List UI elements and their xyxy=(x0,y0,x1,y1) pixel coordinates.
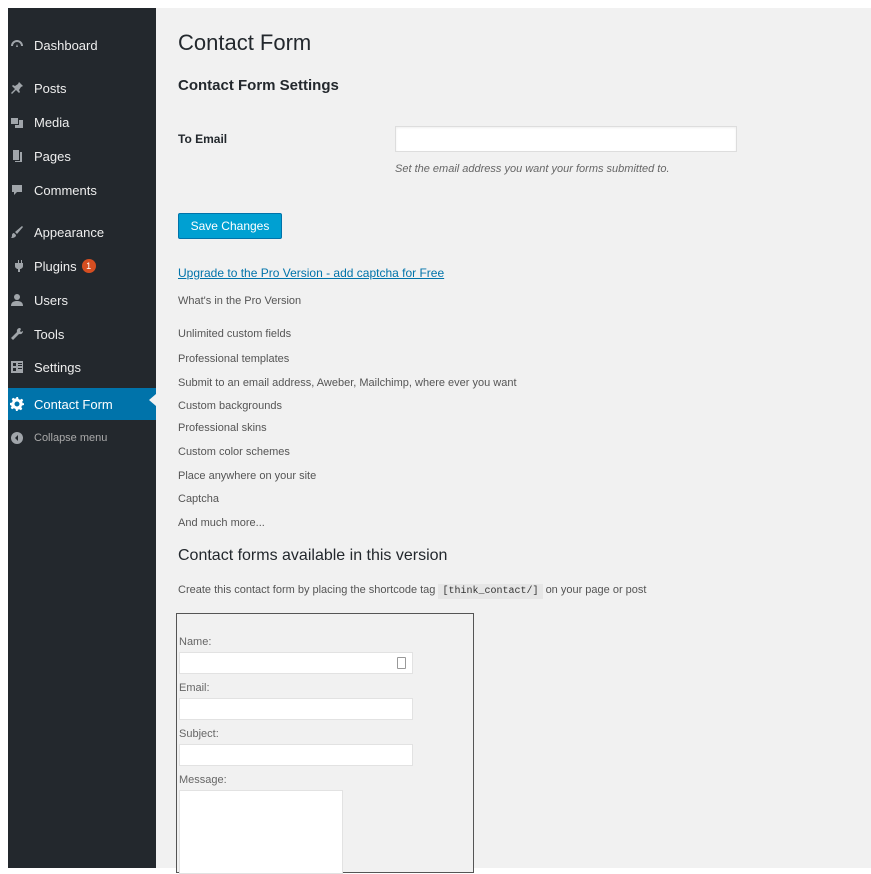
collapse-menu-button[interactable]: Collapse menu xyxy=(8,426,156,450)
wrench-icon xyxy=(10,327,24,341)
media-icon xyxy=(10,115,24,129)
sidebar-item-label: Pages xyxy=(34,148,71,164)
sidebar-item-label: Plugins xyxy=(34,258,77,274)
sidebar-item-users[interactable]: Users xyxy=(8,288,156,312)
sidebar-item-label: Settings xyxy=(34,359,81,375)
to-email-label: To Email xyxy=(178,132,228,146)
page-title: Contact Form xyxy=(178,30,312,55)
sidebar-item-comments[interactable]: Comments xyxy=(8,178,156,202)
pro-feature: Captcha xyxy=(178,493,219,505)
shortcode-suffix: on your page or post xyxy=(545,584,647,596)
pin-icon xyxy=(10,81,24,95)
sidebar-item-contact-form[interactable]: Contact Form xyxy=(8,388,156,420)
users-icon xyxy=(10,293,24,307)
pro-feature: Custom color schemes xyxy=(178,446,290,458)
to-email-description: Set the email address you want your form… xyxy=(395,163,670,175)
sidebar-item-label: Posts xyxy=(34,80,67,96)
sidebar-item-appearance[interactable]: Appearance xyxy=(8,220,156,244)
upgrade-link[interactable]: Upgrade to the Pro Version - add captcha… xyxy=(178,266,444,280)
plugin-icon xyxy=(10,259,24,273)
comment-icon xyxy=(10,183,24,197)
admin-sidebar: Dashboard Posts Media Pages Comments App… xyxy=(8,8,156,868)
sidebar-item-label: Comments xyxy=(34,182,97,198)
sidebar-item-label: Dashboard xyxy=(34,37,98,53)
gear-icon xyxy=(10,397,24,411)
sidebar-item-pages[interactable]: Pages xyxy=(8,144,156,168)
pro-feature: Professional templates xyxy=(178,353,290,365)
subject-input[interactable] xyxy=(179,744,413,766)
pro-feature: And much more... xyxy=(178,517,265,529)
pro-heading: What's in the Pro Version xyxy=(178,295,302,307)
sidebar-item-posts[interactable]: Posts xyxy=(8,76,156,100)
sidebar-item-plugins[interactable]: Plugins 1 xyxy=(8,254,156,278)
contact-form-preview: Name: Email: Subject: Message: xyxy=(176,613,474,874)
pro-feature: Place anywhere on your site xyxy=(178,470,317,482)
shortcode-tag: [think_contact/] xyxy=(438,584,543,599)
collapse-icon xyxy=(10,431,24,445)
pro-feature: Professional skins xyxy=(178,422,267,434)
sidebar-item-label: Collapse menu xyxy=(34,432,108,444)
pro-feature: Unlimited custom fields xyxy=(178,328,292,340)
save-changes-button[interactable]: Save Changes xyxy=(178,213,282,239)
update-count-badge: 1 xyxy=(81,259,96,273)
name-label: Name: xyxy=(179,636,212,648)
brush-icon xyxy=(10,225,24,239)
name-input[interactable] xyxy=(179,652,413,674)
subject-label: Subject: xyxy=(179,728,219,740)
pro-feature: Custom backgrounds xyxy=(178,400,282,412)
sidebar-item-media[interactable]: Media xyxy=(8,110,156,134)
email-label: Email: xyxy=(179,682,210,694)
pro-feature: Submit to an email address, Aweber, Mail… xyxy=(178,377,517,389)
available-forms-heading: Contact forms available in this version xyxy=(178,547,448,564)
message-label: Message: xyxy=(179,774,227,786)
sidebar-item-label: Appearance xyxy=(34,224,105,240)
sidebar-item-label: Users xyxy=(34,292,68,308)
settings-icon xyxy=(10,360,24,374)
sidebar-item-label: Contact Form xyxy=(34,396,113,412)
shortcode-instructions: Create this contact form by placing the … xyxy=(178,584,647,599)
shortcode-prefix: Create this contact form by placing the … xyxy=(178,584,436,596)
sidebar-item-tools[interactable]: Tools xyxy=(8,322,156,346)
sidebar-item-label: Tools xyxy=(34,326,65,342)
sidebar-item-settings[interactable]: Settings xyxy=(8,355,156,379)
sidebar-item-dashboard[interactable]: Dashboard xyxy=(8,33,156,57)
sidebar-item-label: Media xyxy=(34,114,70,130)
to-email-input[interactable] xyxy=(395,126,737,152)
main-content: Contact Form Contact Form Settings To Em… xyxy=(156,8,871,874)
email-input[interactable] xyxy=(179,698,413,720)
contact-card-icon xyxy=(397,657,406,669)
settings-heading: Contact Form Settings xyxy=(178,77,339,94)
dashboard-icon xyxy=(10,38,24,52)
pages-icon xyxy=(10,149,24,163)
message-textarea[interactable] xyxy=(179,790,343,874)
